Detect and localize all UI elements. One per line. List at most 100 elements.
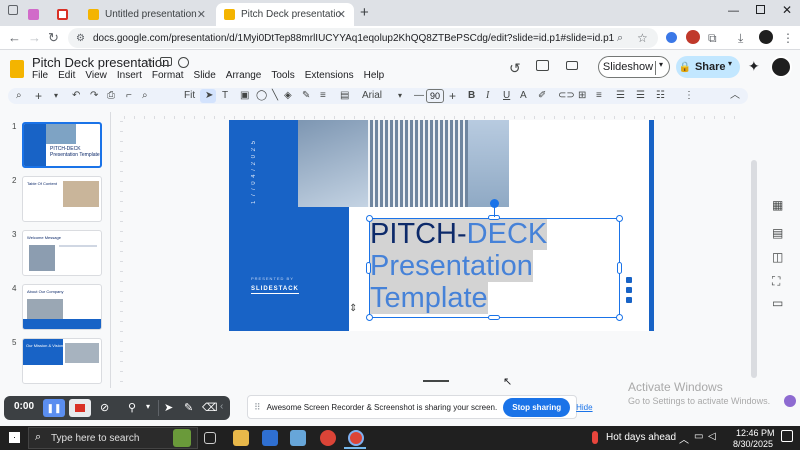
keep-icon[interactable]: ▤ [772,226,783,240]
chrome-active-icon[interactable] [348,430,364,446]
camera-off-icon[interactable]: ⊘ [100,401,109,414]
address-bar[interactable]: ⚙ docs.google.com/presentation/d/1Myi0Dt… [68,28,658,48]
more-options-icon[interactable]: ⋮ [684,89,694,103]
link-icon[interactable]: ⊂⊃ [558,89,575,103]
resize-handle[interactable] [616,215,623,222]
border-dash-icon[interactable]: ▤ [340,89,349,103]
stop-sharing-button[interactable]: Stop sharing [503,397,571,417]
zoom-dropdown[interactable]: Fit [184,89,195,103]
pause-icon[interactable]: ❚❚ [43,399,65,417]
redo-icon[interactable]: ↷ [90,89,98,103]
resize-handle[interactable] [366,262,371,274]
close-icon[interactable]: ✕ [337,8,346,21]
pen-tool-icon[interactable]: ✎ [184,401,193,414]
tasks-icon[interactable]: ◫ [772,250,783,264]
shape-icon[interactable]: ◯ [256,89,267,103]
chevron-down-icon[interactable]: ▾ [659,60,663,69]
new-tab-button[interactable]: + [360,4,369,21]
decrease-font-button[interactable]: — [414,89,424,103]
browser-tab-gmail[interactable] [50,3,76,26]
increase-font-button[interactable]: + [449,89,456,103]
folder-icon[interactable]: ▭ [772,296,783,310]
drag-handle-icon[interactable]: ⠿ [254,402,261,413]
resize-handle[interactable] [366,215,373,222]
star-icon[interactable]: ☆ [144,56,154,69]
slide-thumbnail-4[interactable]: About Our Company [22,284,102,330]
line-icon[interactable]: ╲ [272,89,278,103]
print-icon[interactable]: ⎙ [107,89,115,103]
move-folder-icon[interactable] [160,57,172,66]
align-icon[interactable]: ≡ [596,89,602,103]
search-menus-icon[interactable]: ⌕ [16,89,22,103]
menu-file[interactable]: File [32,70,48,81]
font-dropdown[interactable]: Arial [362,89,382,103]
network-icon[interactable]: ▭ [694,431,703,442]
menu-view[interactable]: View [85,70,107,81]
italic-button[interactable]: I [486,89,489,103]
chevron-down-icon[interactable]: ▾ [728,59,732,68]
slide-thumbnail-3[interactable]: Welcome Message [22,230,102,276]
slide-thumbnail-5[interactable]: Our Mission & Vision [22,338,102,384]
forward-icon[interactable]: → [28,30,41,46]
rotate-handle[interactable] [490,199,499,208]
browser-tab-untitled[interactable]: Untitled presentation - Google ✕ [80,3,214,26]
profile-avatar[interactable] [759,30,773,44]
calendar-icon[interactable]: ▦ [772,198,783,212]
new-slide-icon[interactable]: + [35,89,42,103]
download-icon[interactable]: ⤓ [738,30,743,46]
close-icon[interactable]: ✕ [197,8,206,21]
window-close-icon[interactable]: ✕ [782,3,792,17]
stop-button[interactable] [69,399,91,417]
account-avatar[interactable] [770,56,792,78]
collapse-toolbar-icon[interactable]: ︿ [730,89,740,103]
tray-chevron-up-icon[interactable]: ︿ [679,431,689,446]
restore-icon[interactable] [756,5,765,14]
app-icon[interactable] [290,430,306,446]
menu-arrange[interactable]: Arrange [226,70,262,81]
meet-icon[interactable] [566,61,578,70]
text-box-selection[interactable] [369,218,620,318]
extension-icon[interactable] [666,32,677,43]
minimize-icon[interactable]: — [728,5,739,17]
chrome-icon[interactable] [320,430,336,446]
chevron-down-icon[interactable]: ▾ [146,402,150,411]
canvas-scrollbar[interactable] [751,160,757,378]
version-history-icon[interactable]: ↺ [509,60,521,77]
menu-tools[interactable]: Tools [271,70,294,81]
maps-icon[interactable]: ⛶ [772,274,780,289]
menu-insert[interactable]: Insert [117,70,142,81]
slideshow-button[interactable]: Slideshow ▾ [598,56,670,78]
text-color-button[interactable]: A [520,89,527,103]
notifications-icon[interactable] [781,430,793,442]
image-icon[interactable]: ▣ [240,89,249,103]
back-icon[interactable]: ← [8,30,21,46]
resize-handle[interactable] [488,315,500,320]
weather-text[interactable]: Hot days ahead [606,432,676,443]
file-explorer-icon[interactable] [233,430,249,446]
chrome-menu-icon[interactable]: ⋮ [782,30,794,46]
select-cursor-icon[interactable]: ➤ [205,89,213,103]
cloud-status-icon[interactable] [178,57,189,68]
clock-date[interactable]: 8/30/2025 [733,439,773,449]
windows-start-icon[interactable] [9,432,20,443]
tab-search-icon[interactable] [8,5,18,15]
taskbar-search[interactable]: ⌕ Type here to search [28,427,198,449]
share-button[interactable]: 🔒 Share ▾ [676,56,740,78]
border-weight-icon[interactable]: ≡ [320,89,326,103]
line-spacing-icon[interactable]: ☰ [616,89,625,103]
add-comment-icon[interactable]: ⊞ [578,89,586,103]
menu-help[interactable]: Help [364,70,385,81]
fill-color-icon[interactable]: ◈ [284,89,292,103]
menu-slide[interactable]: Slide [194,70,216,81]
mic-off-icon[interactable]: ⚲ [128,401,136,414]
comments-icon[interactable] [536,60,549,71]
menu-extensions[interactable]: Extensions [305,70,354,81]
pointer-tool-icon[interactable]: ➤ [164,401,173,414]
chevron-down-icon[interactable]: ▾ [54,89,58,103]
collapse-icon[interactable]: ‹ [220,401,223,412]
slide-thumbnail-1[interactable]: PITCH-DECK Presentation Template [22,122,102,168]
filmstrip-divider[interactable] [110,112,111,388]
eraser-tool-icon[interactable]: ⌫ [202,401,218,414]
border-color-icon[interactable]: ✎ [302,89,310,103]
menu-edit[interactable]: Edit [58,70,75,81]
